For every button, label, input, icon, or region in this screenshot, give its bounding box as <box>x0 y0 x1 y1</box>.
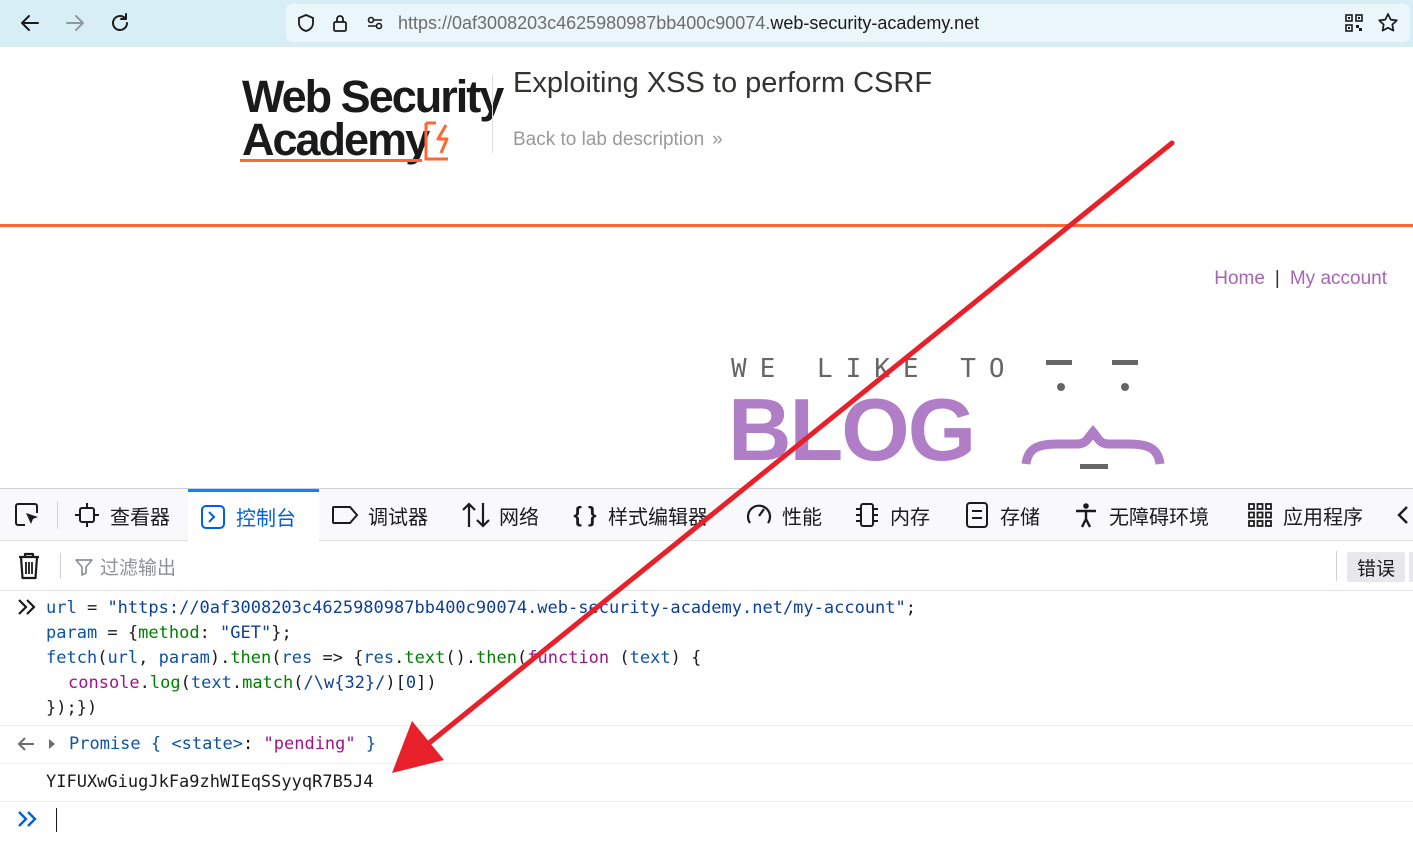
inspector-icon <box>72 500 102 530</box>
reload-icon[interactable] <box>105 8 135 38</box>
banner-face-icon <box>1021 360 1165 469</box>
row-separator <box>0 725 1413 726</box>
code-line-1: url = "https://0af3008203c4625980987bb40… <box>46 598 917 618</box>
console-log-output: YIFUXwGiugJkFa9zhWIEqSSyyqR7B5J4 <box>46 772 374 792</box>
tab-memory[interactable]: 内存 <box>852 489 930 541</box>
tab-label: 控制台 <box>236 508 296 530</box>
lab-header: Web Security Academy Exploiting XSS to p… <box>0 47 1413 227</box>
qr-code-icon[interactable] <box>1343 12 1365 34</box>
console-input-chevron-icon <box>16 808 40 835</box>
tab-label: 应用程序 <box>1283 506 1363 529</box>
tab-label: 存储 <box>1000 506 1040 529</box>
top-nav: Home | My account <box>1214 268 1387 290</box>
logo-underline <box>240 159 422 162</box>
permissions-icon[interactable] <box>364 12 386 34</box>
tab-style-editor[interactable]: { } 样式编辑器 <box>570 489 708 541</box>
url-text: https://0af3008203c4625980987bb400c90074… <box>398 13 979 34</box>
nav-separator: | <box>1274 268 1280 289</box>
code-line-5: });}) <box>46 698 98 718</box>
tab-application[interactable]: 应用程序 <box>1245 489 1363 541</box>
back-to-lab-description-link[interactable]: Back to lab description » <box>513 129 723 151</box>
header-divider <box>492 75 493 153</box>
url-bar[interactable]: https://0af3008203c4625980987bb400c90074… <box>286 4 1410 42</box>
code-line-3: fetch(url, param).then(res => {res.text(… <box>46 648 702 668</box>
shield-icon[interactable] <box>295 12 317 34</box>
lab-title: Exploiting XSS to perform CSRF <box>513 67 933 99</box>
forward-arrow-icon[interactable] <box>60 8 90 38</box>
output-arrow-icon <box>16 734 60 759</box>
code-line-2: param = {method: "GET"}; <box>46 623 292 643</box>
home-link[interactable]: Home <box>1214 268 1265 289</box>
funnel-icon <box>75 558 93 576</box>
browser-toolbar: https://0af3008203c4625980987bb400c90074… <box>0 0 1413 47</box>
tab-label: 网络 <box>499 506 539 529</box>
input-chevron-icon <box>16 597 38 622</box>
trash-icon[interactable] <box>16 551 42 586</box>
console-filter-bar: 过滤输出 错误 <box>0 541 1413 591</box>
console-icon <box>198 502 228 532</box>
blog-banner: WE LIKE TO BLOG <box>728 350 1178 479</box>
memory-icon <box>852 500 882 530</box>
code-line-4: console.log(text.match(/\w{32}/)[0]) <box>68 673 437 693</box>
lightning-bolt-icon <box>424 121 449 161</box>
my-account-link[interactable]: My account <box>1290 268 1387 289</box>
logo-text-line2: Academy <box>242 114 430 165</box>
banner-title: BLOG <box>728 380 976 479</box>
row-separator <box>0 763 1413 764</box>
url-domain: web-security-academy.net <box>770 13 980 33</box>
element-picker-icon <box>12 500 42 530</box>
tab-label: 查看器 <box>110 506 170 529</box>
url-prefix: https://0af3008203c4625980987bb400c90074… <box>398 13 771 33</box>
bookmark-star-icon[interactable] <box>1377 12 1399 34</box>
tab-network[interactable]: 网络 <box>461 489 539 541</box>
back-arrow-icon[interactable] <box>15 8 45 38</box>
tab-storage[interactable]: 存储 <box>962 489 1040 541</box>
tab-performance[interactable]: 性能 <box>744 489 822 541</box>
web-security-academy-logo[interactable]: Web Security Academy <box>240 73 504 165</box>
debugger-icon <box>330 500 360 530</box>
tab-label: 调试器 <box>368 506 428 529</box>
tab-debugger[interactable]: 调试器 <box>330 489 428 541</box>
tab-label: 内存 <box>890 506 930 529</box>
element-picker-button[interactable] <box>12 489 50 541</box>
console-input-caret[interactable] <box>56 808 57 832</box>
tab-overflow-chevron[interactable] <box>1394 489 1413 541</box>
application-icon <box>1245 500 1275 530</box>
devtools-panel: 查看器 控制台 调试器 网络 { } 样式编辑器 性能 内存 存储 无障碍环境 … <box>0 488 1413 865</box>
promise-result[interactable]: Promise { <state>: "pending" } <box>69 732 376 757</box>
accessibility-icon <box>1071 500 1101 530</box>
chevron-left-icon <box>1394 500 1412 530</box>
filter-placeholder: 过滤输出 <box>100 558 177 579</box>
lock-icon[interactable] <box>329 12 351 34</box>
back-link-label: Back to lab description <box>513 129 705 150</box>
tab-label: 样式编辑器 <box>608 506 708 529</box>
console-output: url = "https://0af3008203c4625980987bb40… <box>0 591 1413 865</box>
network-icon <box>461 500 491 530</box>
tab-console[interactable]: 控制台 <box>188 489 319 541</box>
devtools-tab-bar: 查看器 控制台 调试器 网络 { } 样式编辑器 性能 内存 存储 无障碍环境 … <box>0 489 1413 541</box>
tab-label: 性能 <box>782 506 822 529</box>
screenshot-root: https://0af3008203c4625980987bb400c90074… <box>0 0 1413 865</box>
filter-right-separator <box>1336 551 1337 581</box>
filter-output-input[interactable]: 过滤输出 <box>74 553 176 580</box>
tab-label: 无障碍环境 <box>1109 506 1209 529</box>
row-separator <box>0 801 1413 802</box>
next-filter-button-edge[interactable] <box>1409 552 1413 582</box>
storage-icon <box>962 500 992 530</box>
tab-separator <box>57 501 58 529</box>
performance-icon <box>744 500 774 530</box>
tab-accessibility[interactable]: 无障碍环境 <box>1071 489 1209 541</box>
double-chevron-right-icon: » <box>712 129 723 150</box>
style-editor-icon: { } <box>573 502 597 527</box>
errors-filter-button[interactable]: 错误 <box>1347 552 1406 582</box>
tab-inspector[interactable]: 查看器 <box>72 489 170 541</box>
filter-separator <box>60 553 61 579</box>
